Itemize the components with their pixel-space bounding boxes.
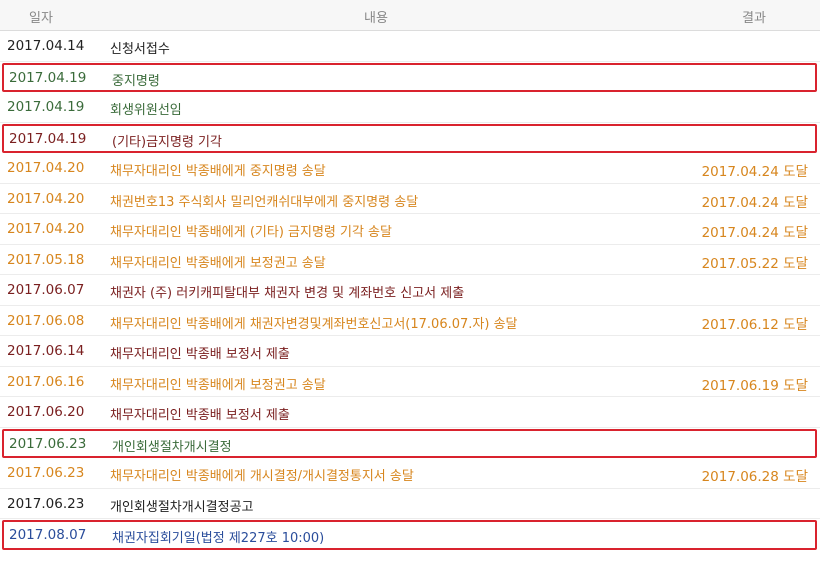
row-result: 2017.05.22 도달 bbox=[701, 255, 808, 272]
row-date: 2017.05.18 bbox=[7, 251, 85, 268]
table-row: 2017.06.14 채무자대리인 박종배 보정서 제출 bbox=[0, 336, 820, 367]
row-content: (기타)금지명령 기각 bbox=[112, 134, 222, 150]
case-history-table: 일자 내용 결과 2017.04.14 신청서접수 2017.04.19 중지명령 20… bbox=[0, 0, 820, 550]
row-date: 2017.04.19 bbox=[9, 69, 87, 86]
row-date: 2017.06.23 bbox=[7, 465, 85, 481]
row-date: 2017.04.20 bbox=[7, 190, 85, 207]
row-content: 채권자집회기일(법정 제227호 10:00) bbox=[112, 531, 325, 546]
row-content: 채무자대리인 박종배에게 중지명령 송달 bbox=[110, 164, 326, 179]
row-content: 채권자 (주) 러키캐피탈대부 채권자 변경 및 계좌번호 신고서 제출 bbox=[110, 286, 465, 301]
table-body: 2017.04.14 신청서접수 2017.04.19 중지명령 2017.04.19 회… bbox=[0, 31, 820, 550]
row-date: 2017.04.19 bbox=[7, 99, 85, 115]
row-content: 신청서접수 bbox=[110, 42, 170, 57]
table-row: 2017.05.18 채무자대리인 박종배에게 보정권고 송달 2017.05.22… bbox=[0, 245, 820, 275]
table-row: 2017.06.23 개인회생절차개시결정공고 bbox=[0, 489, 820, 519]
row-content: 채무자대리인 박종배에게 개시결정/개시결정통지서 송달 bbox=[110, 469, 414, 484]
table-row: 2017.04.20 채무자대리인 박종배에게 (기타) 금지명령 기각 송달 20… bbox=[0, 214, 820, 245]
header-date: 일자 bbox=[29, 11, 53, 26]
row-result: 2017.04.24 도달 bbox=[701, 164, 808, 180]
row-result: 2017.06.28 도달 bbox=[701, 469, 808, 485]
table-row: 2017.06.08 채무자대리인 박종배에게 채권자변경및계좌번호신고서(17.… bbox=[0, 306, 820, 336]
header-content: 내용 bbox=[364, 11, 388, 26]
row-content: 채무자대리인 박종배에게 보정권고 송달 bbox=[110, 377, 326, 393]
row-content: 중지명령 bbox=[112, 73, 160, 89]
row-date: 2017.04.20 bbox=[7, 221, 85, 237]
row-content: 채무자대리인 박종배 보정서 제출 bbox=[110, 347, 290, 362]
row-date: 2017.06.16 bbox=[7, 373, 85, 390]
row-result: 2017.04.24 도달 bbox=[701, 225, 808, 241]
row-content: 채무자대리인 박종배에게 채권자변경및계좌번호신고서(17.06.07.자) 송… bbox=[110, 316, 518, 332]
row-date: 2017.06.08 bbox=[7, 312, 85, 329]
table-row: 2017.04.19 중지명령 bbox=[2, 62, 817, 92]
table-row: 2017.04.20 채권번호13 주식회사 밀리언캐쉬대부에게 중지명령 송달 2… bbox=[0, 184, 820, 214]
row-date: 2017.04.19 bbox=[9, 130, 87, 147]
table-row: 2017.04.20 채무자대리인 박종배에게 중지명령 송달 2017.04.24… bbox=[0, 153, 820, 184]
header-result: 결과 bbox=[742, 11, 766, 26]
row-result: 2017.06.19 도달 bbox=[701, 377, 808, 394]
row-date: 2017.06.20 bbox=[7, 404, 85, 420]
row-date: 2017.04.14 bbox=[7, 38, 85, 54]
table-row: 2017.04.14 신청서접수 bbox=[0, 31, 820, 62]
row-date: 2017.04.20 bbox=[7, 160, 85, 176]
row-content: 채무자대리인 박종배에게 보정권고 송달 bbox=[110, 255, 326, 271]
row-date: 2017.06.23 bbox=[7, 495, 85, 512]
table-row: 2017.04.19 (기타)금지명령 기각 bbox=[2, 123, 817, 153]
row-date: 2017.06.14 bbox=[7, 343, 85, 359]
table-row: 2017.08.07 채권자집회기일(법정 제227호 10:00) bbox=[2, 520, 817, 550]
row-date: 2017.06.23 bbox=[9, 435, 87, 452]
table-row: 2017.06.23 개인회생절차개시결정 bbox=[2, 428, 817, 458]
row-content: 채무자대리인 박종배에게 (기타) 금지명령 기각 송달 bbox=[110, 225, 392, 240]
row-result: 2017.06.12 도달 bbox=[701, 316, 808, 333]
table-row: 2017.06.07 채권자 (주) 러키캐피탈대부 채권자 변경 및 계좌번호 … bbox=[0, 275, 820, 306]
row-date: 2017.06.07 bbox=[7, 282, 85, 298]
table-row: 2017.06.16 채무자대리인 박종배에게 보정권고 송달 2017.06.19… bbox=[0, 367, 820, 397]
table-row: 2017.04.19 회생위원선임 bbox=[0, 92, 820, 123]
table-row: 2017.06.20 채무자대리인 박종배 보정서 제출 bbox=[0, 397, 820, 428]
row-content: 채권번호13 주식회사 밀리언캐쉬대부에게 중지명령 송달 bbox=[110, 194, 419, 210]
row-result: 2017.04.24 도달 bbox=[701, 194, 808, 211]
row-content: 회생위원선임 bbox=[110, 103, 182, 118]
row-date: 2017.08.07 bbox=[9, 527, 87, 543]
row-content: 개인회생절차개시결정 bbox=[112, 439, 232, 455]
row-content: 개인회생절차개시결정공고 bbox=[110, 499, 254, 515]
row-content: 채무자대리인 박종배 보정서 제출 bbox=[110, 408, 290, 423]
table-header: 일자 내용 결과 bbox=[0, 0, 820, 31]
table-row: 2017.06.23 채무자대리인 박종배에게 개시결정/개시결정통지서 송달 20… bbox=[0, 458, 820, 489]
